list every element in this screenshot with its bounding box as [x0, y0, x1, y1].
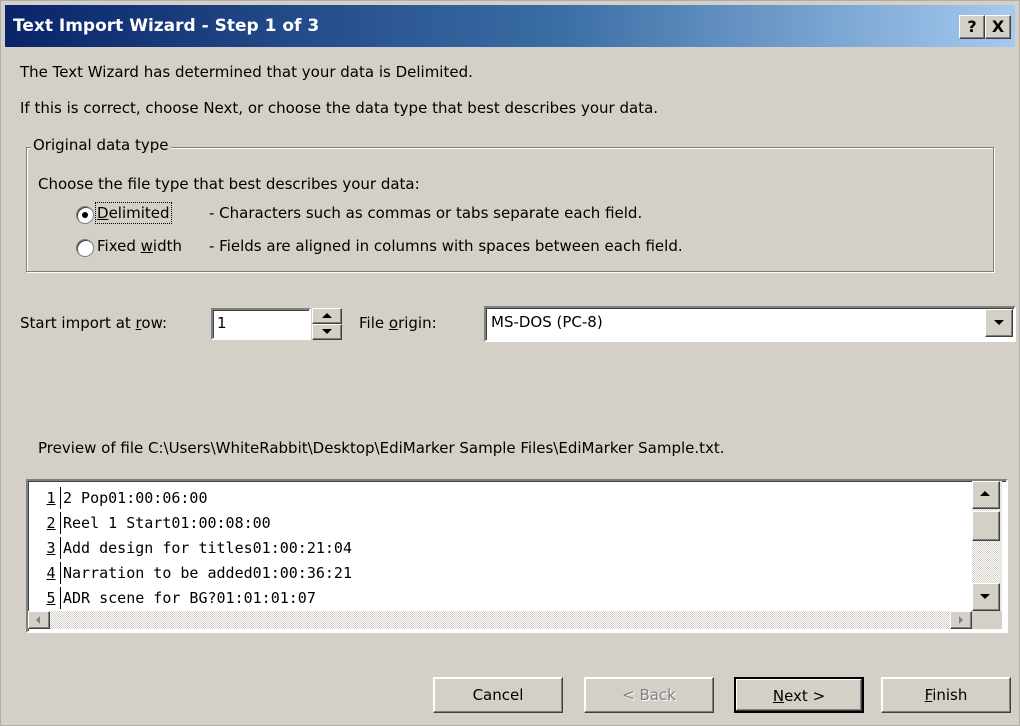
- chevron-down-icon: [994, 320, 1004, 325]
- row-number: 5: [42, 587, 61, 609]
- row-text: Narration to be added01:00:36:21: [63, 564, 352, 582]
- intro-line-2: If this is correct, choose Next, or choo…: [20, 99, 659, 117]
- row-text: 2 Pop01:00:06:00: [63, 489, 208, 507]
- arrow-up-icon: [980, 491, 990, 496]
- start-row-input[interactable]: 1: [211, 308, 311, 340]
- scroll-right-button[interactable]: [950, 611, 972, 629]
- file-origin-value: MS-DOS (PC-8): [491, 313, 603, 331]
- file-origin-label: File origin:: [359, 314, 437, 332]
- preview-row: 12 Pop01:00:06:00: [42, 487, 208, 511]
- scrollbar-corner: [972, 611, 1002, 629]
- preview-label: Preview of file C:\Users\WhiteRabbit\Des…: [38, 439, 725, 457]
- spin-down-button[interactable]: [312, 324, 342, 340]
- file-origin-dropdown-button[interactable]: [985, 309, 1013, 337]
- arrow-down-icon: [322, 329, 332, 334]
- preview-row: 4 Narration to be added01:00:36:21: [42, 562, 352, 586]
- scroll-down-button[interactable]: [972, 583, 1000, 611]
- fixed-width-label[interactable]: Fixed width: [97, 237, 182, 255]
- row-number: 1: [42, 487, 61, 509]
- row-text: Add design for titles01:00:21:04: [63, 539, 352, 557]
- scroll-left-button[interactable]: [28, 611, 50, 629]
- preview-row: 3 Add design for titles01:00:21:04: [42, 537, 352, 561]
- finish-button[interactable]: Finish: [881, 677, 1011, 713]
- arrow-right-icon: [959, 616, 963, 624]
- preview-pane[interactable]: 12 Pop01:00:06:00 2 Reel 1 Start01:00:08:…: [26, 479, 1008, 633]
- preview-horizontal-scrollbar[interactable]: [28, 611, 972, 629]
- file-type-prompt: Choose the file type that best describes…: [38, 175, 420, 193]
- row-text: Reel 1 Start01:00:08:00: [63, 514, 271, 532]
- row-number: 4: [42, 562, 61, 584]
- start-row-label: Start import at row:: [20, 314, 168, 332]
- fixed-width-radio[interactable]: [76, 239, 94, 257]
- start-row-spinner[interactable]: [312, 308, 342, 340]
- help-button[interactable]: ?: [959, 15, 985, 39]
- preview-row: 5 ADR scene for BG?01:01:01:07: [42, 587, 316, 611]
- arrow-up-icon: [322, 313, 332, 318]
- close-button[interactable]: X: [985, 15, 1011, 39]
- arrow-left-icon: [36, 616, 40, 624]
- file-origin-select[interactable]: MS-DOS (PC-8): [484, 306, 1016, 342]
- text-import-wizard-dialog: Text Import Wizard - Step 1 of 3 ? X The…: [0, 0, 1020, 726]
- title-bar[interactable]: Text Import Wizard - Step 1 of 3 ? X: [5, 5, 1015, 47]
- cancel-button[interactable]: Cancel: [433, 677, 563, 713]
- back-button[interactable]: < Back: [584, 677, 714, 713]
- delimited-description: - Characters such as commas or tabs sepa…: [209, 204, 643, 222]
- delimited-label[interactable]: Delimited: [95, 202, 172, 224]
- delimited-radio[interactable]: [76, 206, 94, 224]
- intro-line-1: The Text Wizard has determined that your…: [20, 63, 473, 81]
- spin-up-button[interactable]: [312, 308, 342, 324]
- row-number: 2: [42, 512, 61, 534]
- row-number: 3: [42, 537, 61, 559]
- row-text: ADR scene for BG?01:01:01:07: [63, 589, 316, 607]
- selected-dot: [82, 212, 88, 218]
- preview-row: 2 Reel 1 Start01:00:08:00: [42, 512, 271, 536]
- original-data-type-legend: Original data type: [31, 136, 171, 154]
- window-title: Text Import Wizard - Step 1 of 3: [13, 16, 320, 36]
- vertical-scroll-thumb[interactable]: [972, 511, 1000, 541]
- arrow-down-icon: [980, 594, 990, 599]
- preview-vertical-scrollbar[interactable]: [972, 481, 1002, 611]
- scroll-up-button[interactable]: [972, 481, 1000, 509]
- fixed-width-description: - Fields are aligned in columns with spa…: [209, 237, 683, 255]
- next-button[interactable]: Next >: [734, 677, 864, 713]
